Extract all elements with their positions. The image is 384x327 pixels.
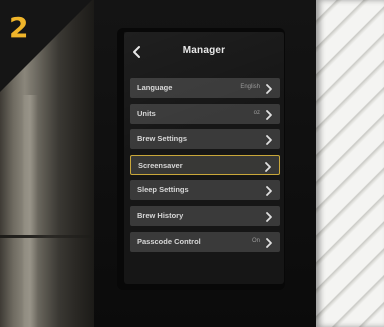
menu-item-value: oz xyxy=(253,109,260,116)
menu-item-label: Language xyxy=(137,83,173,92)
steel-highlight xyxy=(22,95,38,327)
menu-item-label: Passcode Control xyxy=(137,236,201,246)
menu-item-passcode-control[interactable]: Passcode Control On xyxy=(130,231,280,252)
chevron-right-icon xyxy=(265,82,273,94)
settings-menu: Language English Units oz Brew Settings … xyxy=(130,78,282,257)
device-photo: 2 Manager Language English Units oz Brew… xyxy=(0,0,384,327)
menu-item-units[interactable]: Units oz xyxy=(130,103,280,124)
chevron-right-icon xyxy=(265,133,273,146)
menu-item-label: Sleep Settings xyxy=(137,185,189,195)
screen-header: Manager xyxy=(124,32,284,72)
step-number: 2 xyxy=(9,11,29,44)
menu-item-label: Brew History xyxy=(137,210,184,220)
chevron-right-icon xyxy=(264,160,272,172)
menu-item-sleep-settings[interactable]: Sleep Settings xyxy=(130,180,280,201)
menu-item-brew-settings[interactable]: Brew Settings xyxy=(130,129,280,150)
menu-item-brew-history[interactable]: Brew History xyxy=(130,205,280,226)
chevron-right-icon xyxy=(265,236,273,248)
chevron-right-icon xyxy=(265,108,273,120)
chevron-right-icon xyxy=(265,184,273,197)
steel-seam xyxy=(0,235,95,238)
menu-item-label: Screensaver xyxy=(138,160,183,170)
menu-item-label: Brew Settings xyxy=(137,134,188,144)
menu-item-value: English xyxy=(240,84,260,90)
menu-item-value: On xyxy=(251,237,260,244)
cabinet-panel xyxy=(316,0,384,327)
menu-item-language[interactable]: Language English xyxy=(130,78,280,98)
menu-item-screensaver[interactable]: Screensaver xyxy=(130,154,280,175)
chevron-right-icon xyxy=(265,210,273,222)
menu-item-label: Units xyxy=(137,108,156,118)
page-title: Manager xyxy=(182,45,226,56)
